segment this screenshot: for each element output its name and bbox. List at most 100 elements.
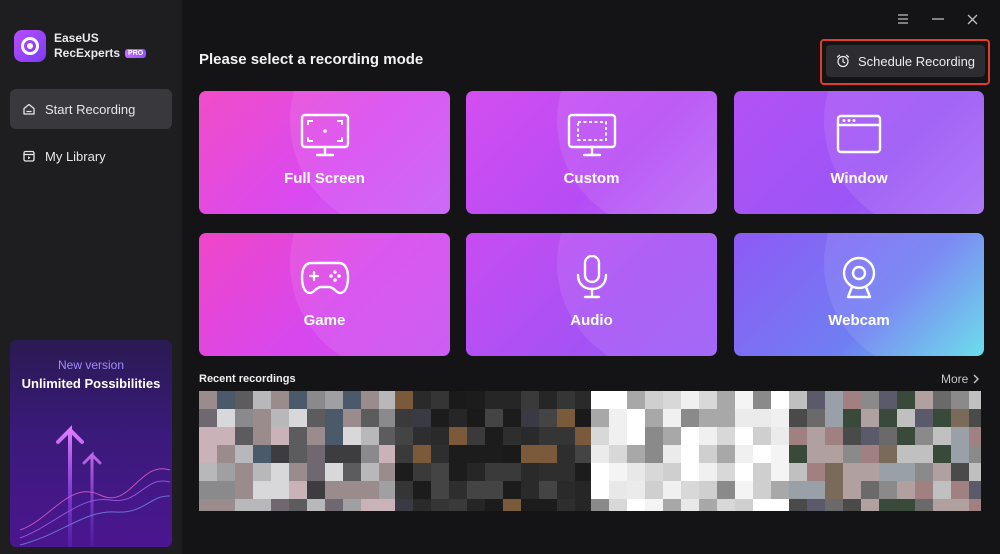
thumbnail-pixel (969, 481, 981, 499)
thumbnail-pixel (933, 391, 951, 409)
thumbnail-pixel (289, 463, 307, 481)
thumbnail-pixel (539, 481, 557, 499)
thumbnail-pixel (413, 427, 431, 445)
promo-banner[interactable]: New version Unlimited Possibilities (10, 340, 172, 547)
thumbnail-pixel (235, 409, 253, 427)
thumbnail-pixel (807, 499, 825, 511)
thumbnail-pixel (627, 409, 645, 427)
thumbnail-pixel (771, 481, 789, 499)
thumbnail-pixel (557, 391, 575, 409)
recording-thumbnail[interactable] (591, 391, 789, 511)
thumbnail-pixel (521, 427, 539, 445)
thumbnail-pixel (395, 409, 413, 427)
recording-thumbnail[interactable] (199, 391, 395, 511)
thumbnail-pixel (253, 409, 271, 427)
thumbnail-pixel (807, 409, 825, 427)
thumbnail-pixel (681, 499, 699, 511)
thumbnail-pixel (521, 391, 539, 409)
thumbnail-pixel (861, 499, 879, 511)
thumbnail-pixel (431, 445, 449, 463)
thumbnail-pixel (521, 499, 539, 511)
thumbnail-pixel (271, 409, 289, 427)
thumbnail-pixel (915, 481, 933, 499)
chevron-right-icon (973, 374, 980, 384)
thumbnail-pixel (557, 445, 575, 463)
thumbnail-pixel (861, 481, 879, 499)
mode-card-full-screen[interactable]: Full Screen (199, 91, 450, 214)
thumbnail-pixel (645, 499, 663, 511)
thumbnail-pixel (325, 445, 343, 463)
thumbnail-pixel (307, 427, 325, 445)
thumbnail-pixel (521, 481, 539, 499)
mode-card-audio[interactable]: Audio (466, 233, 717, 356)
mode-card-webcam[interactable]: Webcam (734, 233, 984, 356)
thumbnail-pixel (379, 463, 395, 481)
thumbnail-pixel (199, 463, 217, 481)
thumbnail-pixel (521, 409, 539, 427)
minimize-icon[interactable] (927, 8, 949, 30)
thumbnail-pixel (379, 427, 395, 445)
thumbnail-pixel (575, 409, 591, 427)
thumbnail-pixel (681, 391, 699, 409)
thumbnail-pixel (343, 427, 361, 445)
thumbnail-pixel (861, 427, 879, 445)
thumbnail-pixel (933, 499, 951, 511)
thumbnail-pixel (915, 391, 933, 409)
menu-icon[interactable] (892, 8, 914, 30)
thumbnail-pixel (861, 391, 879, 409)
thumbnail-pixel (361, 481, 379, 499)
thumbnail-pixel (485, 481, 503, 499)
sidebar-item-start-recording[interactable]: Start Recording (10, 89, 172, 129)
thumbnail-pixel (539, 409, 557, 427)
thumbnail-pixel (789, 445, 807, 463)
thumbnail-pixel (969, 409, 981, 427)
thumbnail-pixel (861, 409, 879, 427)
thumbnail-pixel (627, 427, 645, 445)
mode-card-window[interactable]: Window (734, 91, 984, 214)
thumbnail-pixel (575, 391, 591, 409)
schedule-recording-button[interactable]: Schedule Recording (826, 45, 985, 77)
thumbnail-pixel (235, 445, 253, 463)
thumbnail-pixel (217, 445, 235, 463)
thumbnail-pixel (879, 499, 897, 511)
thumbnail-pixel (897, 481, 915, 499)
close-icon[interactable] (961, 8, 983, 30)
promo-subtitle: New version (57, 358, 125, 372)
thumbnail-pixel (699, 409, 717, 427)
thumbnail-pixel (933, 409, 951, 427)
recording-thumbnail[interactable] (789, 391, 981, 511)
thumbnail-pixel (717, 499, 735, 511)
thumbnail-pixel (825, 427, 843, 445)
thumbnail-pixel (753, 427, 771, 445)
thumbnail-pixel (343, 499, 361, 511)
thumbnail-pixel (627, 391, 645, 409)
thumbnail-pixel (699, 427, 717, 445)
thumbnail-pixel (663, 481, 681, 499)
thumbnail-pixel (897, 427, 915, 445)
growth-arrow-illustration (19, 425, 171, 547)
mode-label: Webcam (828, 312, 890, 329)
thumbnail-pixel (361, 499, 379, 511)
sidebar-item-my-library[interactable]: My Library (10, 136, 172, 176)
thumbnail-pixel (395, 427, 413, 445)
recording-thumbnail[interactable] (395, 391, 591, 511)
thumbnail-pixel (915, 409, 933, 427)
mode-card-game[interactable]: Game (199, 233, 450, 356)
thumbnail-pixel (897, 499, 915, 511)
thumbnail-pixel (645, 427, 663, 445)
thumbnail-pixel (933, 427, 951, 445)
thumbnail-pixel (843, 481, 861, 499)
thumbnail-pixel (789, 499, 807, 511)
thumbnail-pixel (379, 445, 395, 463)
more-link[interactable]: More (941, 372, 980, 386)
thumbnail-pixel (969, 499, 981, 511)
thumbnail-pixel (253, 445, 271, 463)
mode-card-custom[interactable]: Custom (466, 91, 717, 214)
home-icon (22, 102, 36, 116)
thumbnail-pixel (343, 391, 361, 409)
thumbnail-pixel (271, 463, 289, 481)
thumbnail-pixel (575, 463, 591, 481)
thumbnail-pixel (307, 463, 325, 481)
thumbnail-pixel (591, 463, 609, 481)
thumbnail-pixel (951, 409, 969, 427)
